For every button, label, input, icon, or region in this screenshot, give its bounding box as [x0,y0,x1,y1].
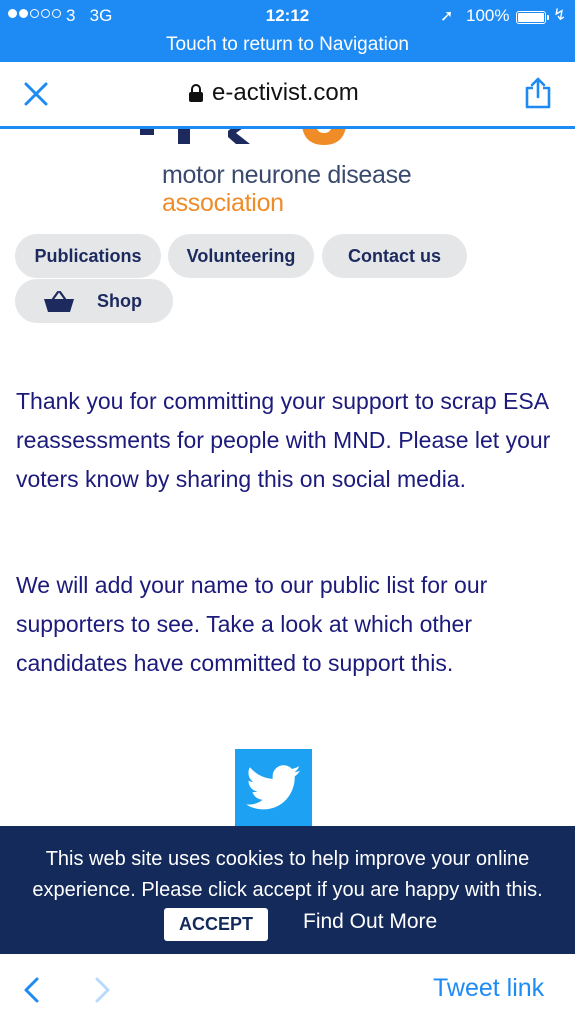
cookie-banner: This web site uses cookies to help impro… [0,826,575,954]
tweet-link-button[interactable]: Tweet link [433,974,544,1003]
location-arrow-icon: ➚ [440,8,454,25]
nav-contact-button[interactable]: Contact us [322,234,467,278]
logo-text-line1: motor neurone disease [162,161,412,189]
status-row: 3 3G 12:12 ➚ 100% ↯ [0,4,575,30]
find-out-more-link[interactable]: Find Out More [303,910,437,934]
close-icon[interactable] [22,80,50,108]
nav-shop-button[interactable]: Shop [15,279,173,323]
address-field[interactable]: e-activist.com [188,79,359,107]
shop-label: Shop [97,291,142,311]
nav-volunteering-button[interactable]: Volunteering [168,234,314,278]
battery-icon [516,11,549,24]
mnd-logo-graphic [140,129,346,145]
basket-icon [44,291,74,312]
url-bar: e-activist.com [0,62,575,126]
thank-you-paragraph: Thank you for committing your support to… [16,388,551,492]
bottom-toolbar: Tweet link [0,954,575,1024]
status-bar[interactable]: 3 3G 12:12 ➚ 100% ↯ Touch to return to N… [0,0,575,62]
share-icon[interactable] [522,76,554,110]
public-list-paragraph: We will add your name to our public list… [16,572,488,676]
nav-publications-button[interactable]: Publications [15,234,161,278]
back-chevron-icon[interactable] [22,976,42,1004]
logo-text-line2: association [162,189,284,217]
battery-percent: 100% [466,6,510,25]
twitter-bird-icon [245,765,301,810]
forward-chevron-icon[interactable] [92,976,112,1004]
url-text: e-activist.com [212,79,359,106]
page-content[interactable]: motor neurone disease association Public… [0,129,575,827]
accept-cookies-button[interactable]: ACCEPT [164,908,268,941]
cookie-message: This web site uses cookies to help impro… [32,848,543,901]
lock-icon [189,84,203,102]
twitter-share-button[interactable] [235,749,312,827]
return-to-app-banner[interactable]: Touch to return to Navigation [0,34,575,56]
charging-bolt-icon: ↯ [553,7,567,24]
